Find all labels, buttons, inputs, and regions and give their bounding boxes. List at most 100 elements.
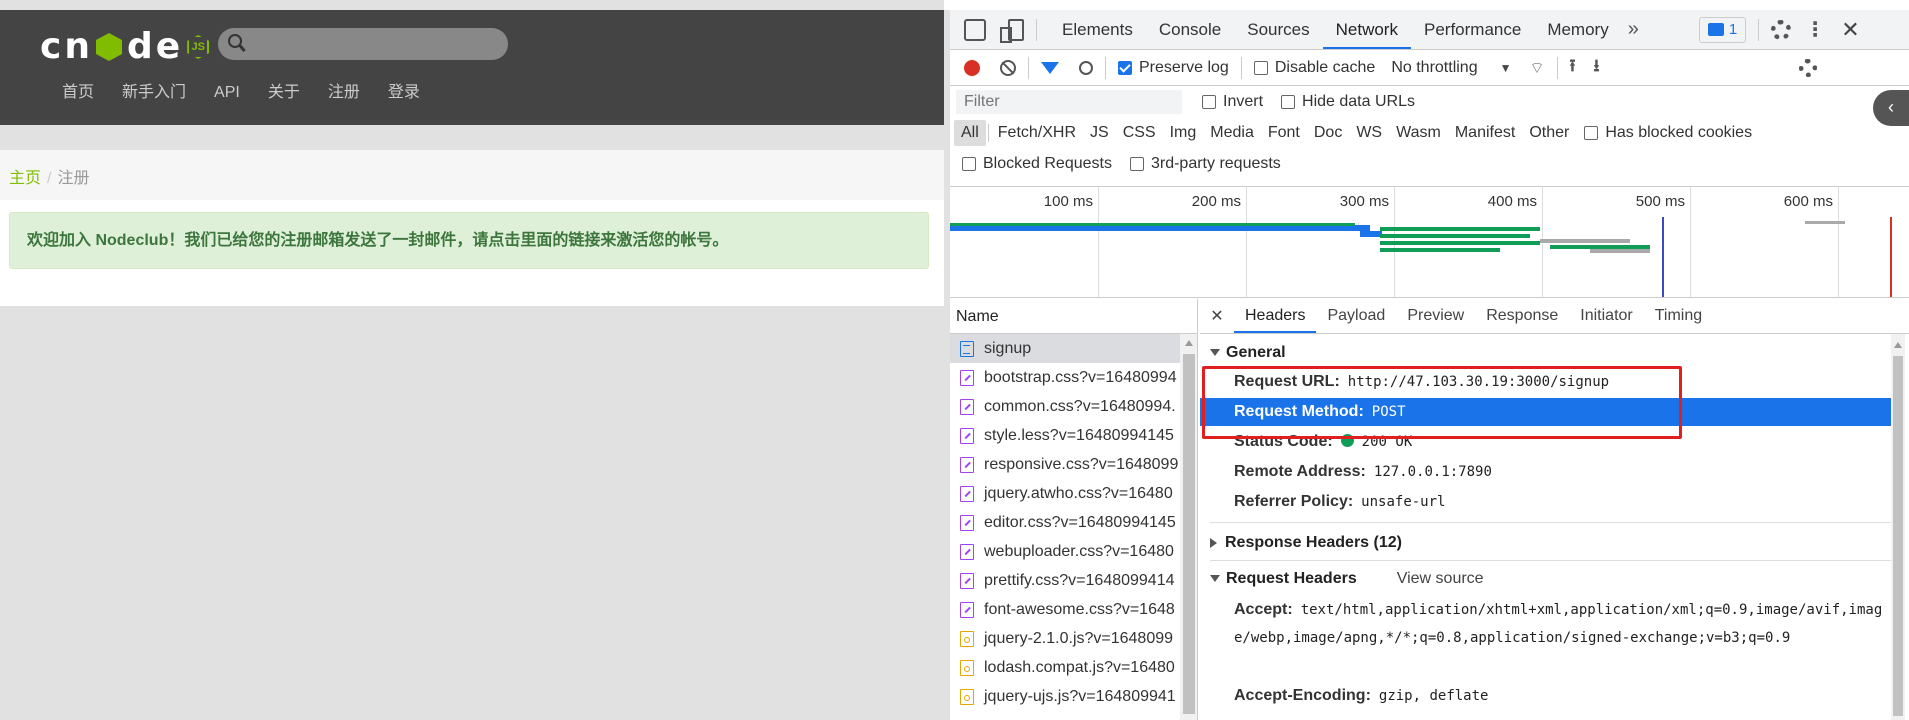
preserve-log-checkbox[interactable] xyxy=(1118,60,1132,75)
type-filter-media[interactable]: Media xyxy=(1203,120,1261,146)
nav-signin[interactable]: 登录 xyxy=(374,82,434,104)
name-column-header[interactable]: Name xyxy=(950,299,1198,334)
type-filter-ws[interactable]: WS xyxy=(1349,120,1389,146)
request-row[interactable]: jquery-2.1.0.js?v=1648099 xyxy=(950,624,1180,653)
request-list-scrollbar[interactable] xyxy=(1180,334,1198,720)
nav-getstart[interactable]: 新手入门 xyxy=(108,82,200,104)
tab-initiator[interactable]: Initiator xyxy=(1569,299,1643,333)
issues-badge[interactable]: 1 xyxy=(1698,16,1747,43)
filter-icon[interactable] xyxy=(1041,61,1059,74)
request-row[interactable]: font-awesome.css?v=1648 xyxy=(950,595,1180,624)
tab-elements[interactable]: Elements xyxy=(1049,10,1146,49)
tab-payload[interactable]: Payload xyxy=(1316,299,1396,333)
network-timeline-overview[interactable]: 100 ms 200 ms 300 ms 400 ms 500 ms 600 m… xyxy=(950,186,1909,298)
hide-data-urls-checkbox[interactable] xyxy=(1281,95,1296,109)
tab-response[interactable]: Response xyxy=(1475,299,1569,333)
scroll-up-icon[interactable] xyxy=(1185,340,1193,346)
preserve-log-label: Preserve log xyxy=(1139,58,1229,76)
timeline-bar xyxy=(1360,231,1382,237)
tab-headers[interactable]: Headers xyxy=(1234,299,1317,333)
stylesheet-file-icon xyxy=(960,601,974,618)
tab-console[interactable]: Console xyxy=(1146,10,1234,49)
referrer-policy-row[interactable]: Referrer Policy: unsafe-url xyxy=(1200,488,1891,516)
type-filter-doc[interactable]: Doc xyxy=(1307,120,1349,146)
search-icon[interactable] xyxy=(1079,60,1093,75)
nav-signup[interactable]: 注册 xyxy=(314,82,374,104)
blocked-requests-checkbox[interactable] xyxy=(962,157,976,171)
import-har-icon[interactable]: ⭱ xyxy=(1570,53,1576,82)
request-row[interactable]: prettify.css?v=1648099414 xyxy=(950,566,1180,595)
third-party-checkbox[interactable] xyxy=(1129,157,1144,171)
request-row[interactable]: common.css?v=16480994. xyxy=(950,392,1180,421)
request-row[interactable]: editor.css?v=16480994145 xyxy=(950,508,1180,537)
header-value: unsafe-url xyxy=(1361,494,1446,510)
type-filter-all[interactable]: All xyxy=(954,120,986,146)
nav-home[interactable]: 首页 xyxy=(48,82,108,104)
nav-api[interactable]: API xyxy=(200,82,254,104)
type-filter-wasm[interactable]: Wasm xyxy=(1389,120,1448,146)
third-party-label: 3rd-party requests xyxy=(1150,155,1281,172)
gear-icon[interactable] xyxy=(1771,19,1792,40)
scroll-up-icon[interactable] xyxy=(1894,342,1902,348)
close-icon[interactable]: ✕ xyxy=(1200,306,1234,326)
request-row[interactable]: style.less?v=16480994145 xyxy=(950,421,1180,450)
request-name: style.less?v=16480994145 xyxy=(984,426,1174,444)
tab-timing[interactable]: Timing xyxy=(1644,299,1713,333)
headers-pane-scrollbar[interactable] xyxy=(1891,334,1905,720)
type-filter-img[interactable]: Img xyxy=(1163,120,1204,146)
general-section-toggle[interactable]: General xyxy=(1210,344,1286,362)
network-settings-icon[interactable] xyxy=(1799,58,1818,77)
invert-checkbox[interactable] xyxy=(1202,95,1216,109)
nav-about[interactable]: 关于 xyxy=(254,82,314,104)
filter-input[interactable] xyxy=(956,90,1182,114)
scroll-thumb[interactable] xyxy=(1183,354,1195,714)
tab-preview[interactable]: Preview xyxy=(1396,299,1475,333)
view-source-link[interactable]: View source xyxy=(1397,570,1484,587)
request-row[interactable]: jquery.atwho.css?v=16480 xyxy=(950,479,1180,508)
request-row[interactable]: bootstrap.css?v=16480994 xyxy=(950,363,1180,392)
request-name: jquery-2.1.0.js?v=1648099 xyxy=(984,629,1174,647)
tab-sources[interactable]: Sources xyxy=(1234,10,1322,49)
breadcrumb-home-link[interactable]: 主页 xyxy=(9,170,41,187)
request-row[interactable]: lodash.compat.js?v=16480 xyxy=(950,653,1180,682)
blocked-cookies-checkbox[interactable] xyxy=(1584,126,1599,140)
more-options-icon[interactable]: ⋮ xyxy=(1805,17,1825,42)
timeline-bar xyxy=(1590,249,1650,253)
type-filter-manifest[interactable]: Manifest xyxy=(1448,120,1522,146)
more-tabs-button[interactable]: » xyxy=(1628,18,1639,41)
clear-icon[interactable] xyxy=(1000,59,1016,76)
request-row[interactable]: signup xyxy=(950,334,1180,363)
request-headers-toggle[interactable]: Request Headers View source xyxy=(1210,570,1484,588)
logo-letter: d xyxy=(126,26,154,67)
tab-memory[interactable]: Memory xyxy=(1534,10,1621,49)
remote-address-row[interactable]: Remote Address: 127.0.0.1:7890 xyxy=(1200,458,1891,486)
site-search-input[interactable] xyxy=(218,28,508,60)
export-har-icon[interactable]: ⭳ xyxy=(1593,53,1599,82)
network-conditions-icon[interactable]: ⌔ xyxy=(1529,58,1544,78)
script-file-icon xyxy=(960,688,974,705)
request-row[interactable]: jquery-ujs.js?v=164809941 xyxy=(950,682,1180,711)
header-key: Accept: xyxy=(1234,601,1293,618)
device-toolbar-icon[interactable] xyxy=(1000,18,1024,43)
throttling-select[interactable]: No throttling xyxy=(1391,59,1477,77)
dropdown-arrow-icon[interactable]: ▼ xyxy=(1500,61,1512,75)
type-filter-font[interactable]: Font xyxy=(1261,120,1307,146)
accept-header-row[interactable]: Accept: text/html,application/xhtml+xml,a… xyxy=(1200,596,1891,652)
response-headers-toggle[interactable]: Response Headers (12) xyxy=(1210,534,1402,552)
type-filter-fetch[interactable]: Fetch/XHR xyxy=(991,120,1083,146)
tab-performance[interactable]: Performance xyxy=(1411,10,1534,49)
request-row[interactable]: webuploader.css?v=16480 xyxy=(950,537,1180,566)
cnode-logo[interactable]: c n d e JS xyxy=(40,24,210,70)
accept-encoding-row[interactable]: Accept-Encoding: gzip, deflate xyxy=(1200,682,1891,710)
type-filter-css[interactable]: CSS xyxy=(1116,120,1163,146)
scroll-thumb[interactable] xyxy=(1893,356,1903,716)
type-filter-js[interactable]: JS xyxy=(1083,120,1116,146)
inspect-element-icon[interactable] xyxy=(964,18,986,41)
request-row[interactable]: responsive.css?v=1648099 xyxy=(950,450,1180,479)
record-icon[interactable] xyxy=(964,59,980,76)
header-value: 127.0.0.1:7890 xyxy=(1373,464,1492,480)
tab-network[interactable]: Network xyxy=(1322,10,1411,49)
type-filter-other[interactable]: Other xyxy=(1522,120,1576,146)
close-icon[interactable]: ✕ xyxy=(1841,17,1859,43)
disable-cache-checkbox[interactable] xyxy=(1253,60,1268,75)
